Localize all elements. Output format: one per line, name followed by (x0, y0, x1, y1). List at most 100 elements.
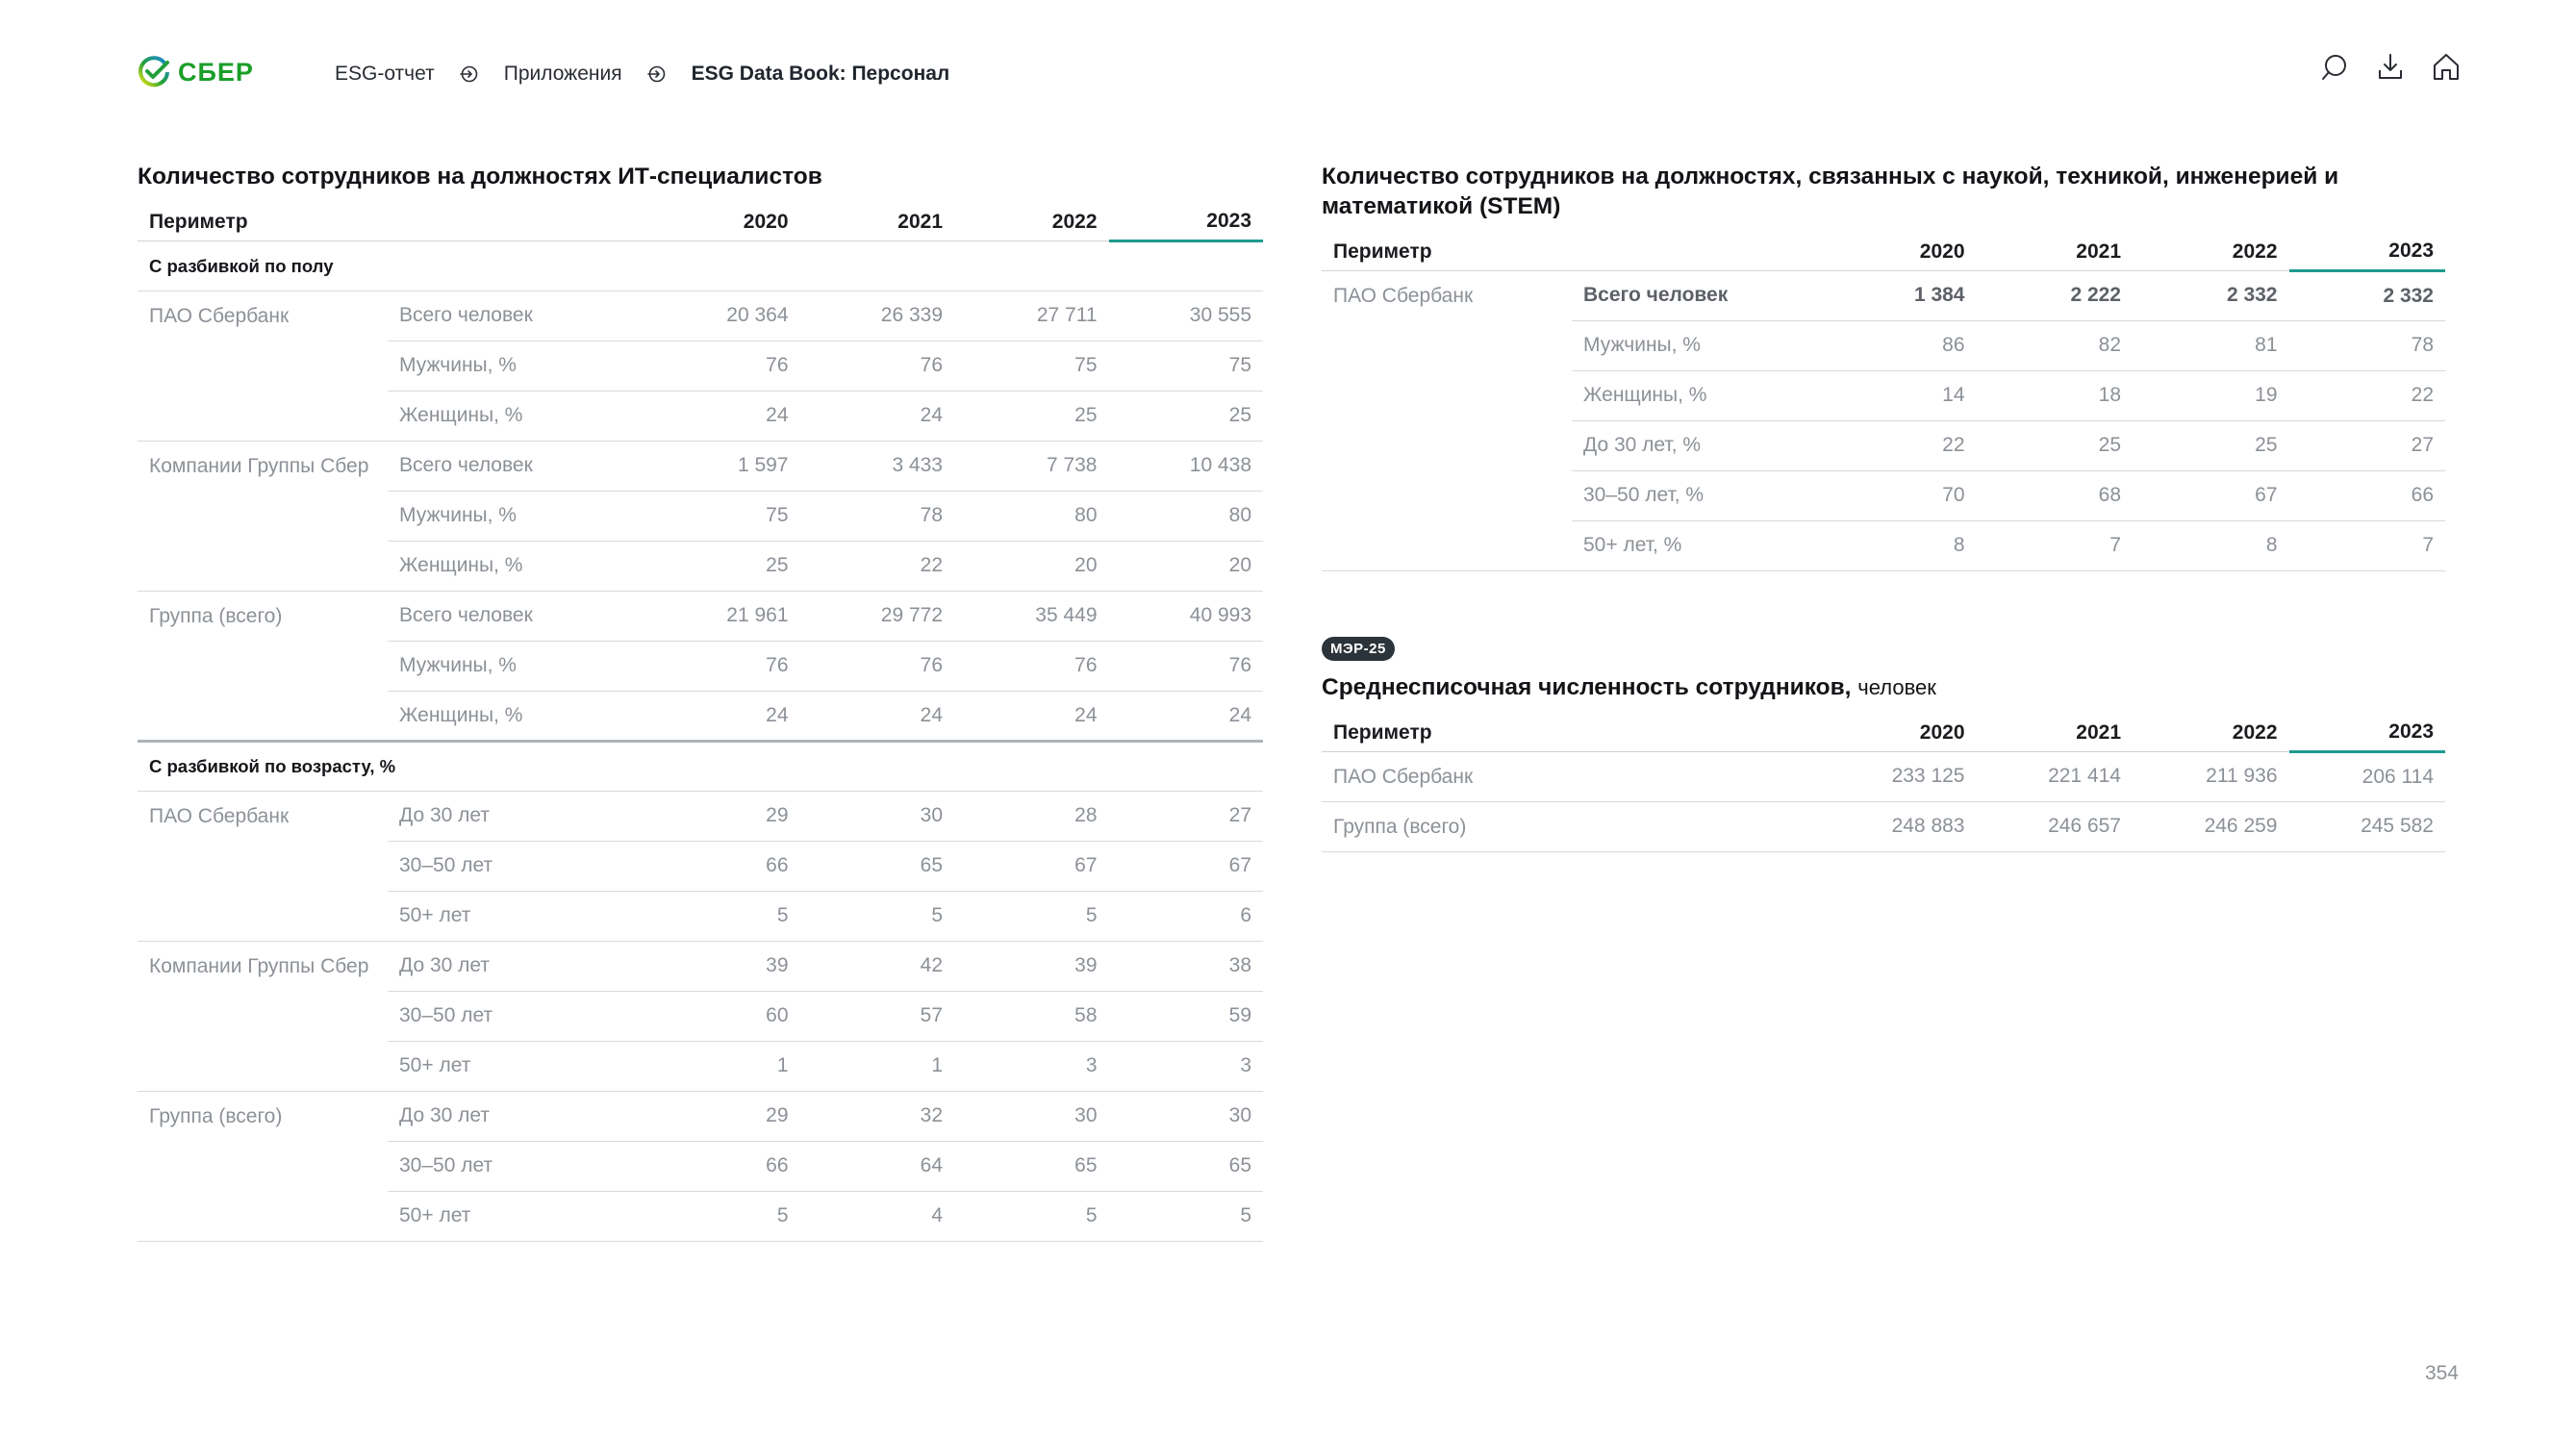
breadcrumb-esg-report[interactable]: ESG-отчет (335, 63, 435, 86)
table-cell: 1 (645, 1041, 800, 1092)
headcount-table-title: Среднесписочная численность сотрудников,… (1322, 672, 2341, 702)
table-cell: 7 738 (954, 441, 1109, 492)
table-cell: 40 993 (1108, 591, 1263, 642)
row-group-label: Группа (всего) (138, 591, 388, 742)
breadcrumb-appendices[interactable]: Приложения (504, 63, 622, 86)
table-cell: 64 (799, 1141, 954, 1192)
row-label: 30–50 лет (388, 991, 645, 1042)
table-cell: 38 (1108, 941, 1263, 992)
row-label: 30–50 лет (388, 841, 645, 892)
table-cell: 22 (1820, 420, 1977, 471)
table-cell: 248 883 (1820, 801, 1977, 852)
row-label: Женщины, % (388, 691, 645, 742)
table-cell: 24 (799, 391, 954, 442)
table-cell: 5 (954, 1191, 1109, 1242)
table-cell: 20 (1108, 541, 1263, 592)
column-header-2020: 2020 (1820, 233, 1977, 271)
table-cell: 65 (1108, 1141, 1263, 1192)
table-cell: 30 (1108, 1091, 1263, 1142)
table-cell: 39 (645, 941, 800, 992)
table-cell: 75 (954, 341, 1109, 392)
table-cell: 30 (799, 791, 954, 842)
table-cell: 24 (1108, 691, 1263, 742)
column-header-2022: 2022 (2133, 714, 2289, 752)
table-row: Компании Группы Сбер До 30 лет 39 42 39 38 (138, 941, 1263, 1092)
row-label: Всего человек (388, 441, 645, 492)
table-cell: 6 (1108, 891, 1263, 942)
table-cell: 60 (645, 991, 800, 1042)
row-group-label: ПАО Сбербанк (138, 791, 388, 942)
row-label: 50+ лет, % (1572, 520, 1820, 571)
table-cell: 245 582 (2288, 801, 2445, 852)
it-specialists-section: Количество сотрудников на должностях ИТ-… (138, 162, 1263, 1242)
table-cell: 57 (799, 991, 954, 1042)
arrow-circle-icon (646, 65, 665, 83)
column-header-perimeter: Периметр (1322, 233, 1820, 271)
table-cell: 76 (954, 641, 1109, 692)
table-cell: 28 (954, 791, 1109, 842)
table-cell: 26 339 (799, 291, 954, 341)
row-label: Мужчины, % (1572, 320, 1820, 371)
table-cell: 3 (1108, 1041, 1263, 1092)
table-cell: 76 (799, 641, 954, 692)
stem-table-title: Количество сотрудников на должностях, св… (1322, 164, 2339, 219)
table-cell: 66 (645, 1141, 800, 1192)
column-header-2022: 2022 (2133, 233, 2289, 271)
table-cell: 5 (799, 891, 954, 942)
table-cell: 67 (1108, 841, 1263, 892)
row-label: 30–50 лет, % (1572, 470, 1820, 521)
table-row: ПАО Сбербанк 233 125 221 414 211 936 206 114 (1322, 751, 2445, 802)
headcount-title-unit: человек (1857, 675, 1936, 699)
breadcrumb-current[interactable]: ESG Data Book: Персонал (692, 63, 950, 86)
row-label: Женщины, % (388, 391, 645, 442)
download-icon[interactable] (2376, 52, 2405, 83)
column-header-2023: 2023 (2288, 714, 2445, 753)
table-cell: 25 (1976, 420, 2133, 471)
table-cell: 67 (954, 841, 1109, 892)
row-label: До 30 лет (388, 941, 645, 992)
row-label: Всего человек (1572, 270, 1820, 321)
table-cell: 75 (1108, 341, 1263, 392)
column-header-2021: 2021 (1976, 233, 2133, 271)
table-cell: 8 (2133, 520, 2289, 571)
table-cell: 25 (645, 541, 800, 592)
table-cell: 78 (799, 491, 954, 542)
search-icon[interactable] (2320, 52, 2349, 83)
table-cell: 22 (2288, 370, 2445, 421)
table-cell: 5 (1108, 1191, 1263, 1242)
indicator-badge: МЭР-25 (1322, 637, 1395, 661)
column-header-2020: 2020 (1820, 714, 1977, 752)
table-cell: 25 (2133, 420, 2289, 471)
it-table-title: Количество сотрудников на должностях ИТ-… (138, 164, 822, 189)
table-cell: 42 (799, 941, 954, 992)
table-cell: 18 (1976, 370, 2133, 421)
table-cell: 7 (2288, 520, 2445, 571)
row-group-label: Компании Группы Сбер (138, 441, 388, 592)
table-cell: 5 (645, 1191, 800, 1242)
table-row: Группа (всего) 248 883 246 657 246 259 245 5… (1322, 801, 2445, 852)
table-cell: 78 (2288, 320, 2445, 371)
row-group-label: ПАО Сбербанк (1322, 270, 1572, 571)
table-cell: 65 (954, 1141, 1109, 1192)
table-subheading: С разбивкой по возрасту, % (138, 740, 1263, 792)
table-header-row: Периметр 2020 2021 2022 2023 (138, 203, 1263, 242)
home-icon[interactable] (2432, 52, 2461, 83)
table-row: ПАО Сбербанк Всего человек 20 364 26 339 27 … (138, 291, 1263, 442)
table-cell: 59 (1108, 991, 1263, 1042)
table-cell: 233 125 (1820, 751, 1977, 802)
table-cell: 27 (2288, 420, 2445, 471)
table-cell: 22 (799, 541, 954, 592)
table-cell: 82 (1976, 320, 2133, 371)
column-header-2021: 2021 (799, 203, 954, 241)
row-label: 50+ лет (388, 891, 645, 942)
table-cell: 75 (645, 491, 800, 542)
table-row: Компании Группы Сбер Всего человек 1 597 3 … (138, 441, 1263, 592)
table-row: ПАО Сбербанк До 30 лет 29 30 28 27 (138, 791, 1263, 942)
row-label: 50+ лет (388, 1041, 645, 1092)
table-header-row: Периметр 2020 2021 2022 2023 (1322, 233, 2445, 272)
sber-logo[interactable]: СБЕР (138, 56, 254, 88)
table-cell: 1 597 (645, 441, 800, 492)
row-label: Всего человек (388, 591, 645, 642)
logo-text: СБЕР (178, 57, 254, 87)
column-header-2023: 2023 (2288, 233, 2445, 272)
